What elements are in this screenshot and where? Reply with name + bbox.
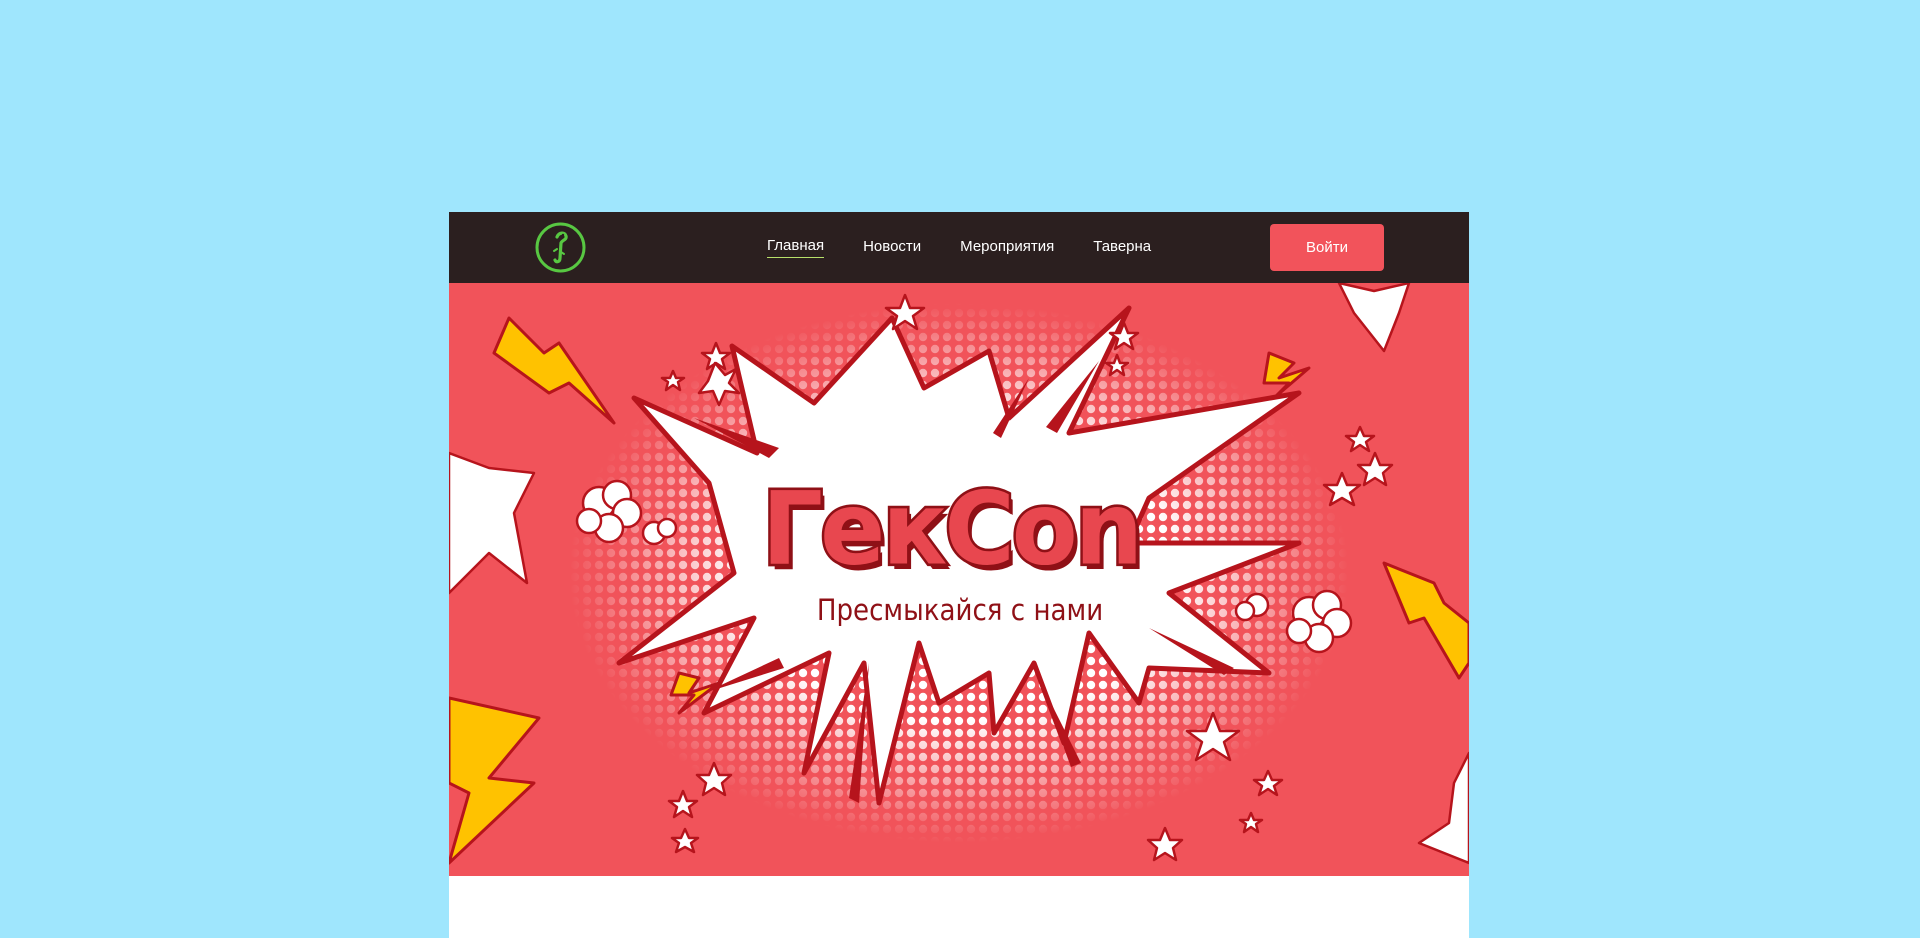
nav-link-news[interactable]: Новости (863, 238, 921, 258)
lizard-logo-icon[interactable] (535, 222, 586, 273)
navbar: Главная Новости Мероприятия Таверна Войт… (449, 212, 1469, 283)
hero-banner: ГекCon Пресмыкайся с нами (449, 283, 1469, 876)
website-frame: Главная Новости Мероприятия Таверна Войт… (449, 212, 1469, 938)
main-nav: Главная Новости Мероприятия Таверна (767, 212, 1151, 283)
login-button[interactable]: Войти (1270, 224, 1384, 271)
nav-link-home[interactable]: Главная (767, 237, 825, 258)
nav-link-events[interactable]: Мероприятия (960, 238, 1054, 258)
nav-link-tavern[interactable]: Таверна (1093, 238, 1151, 258)
hero-subtitle: Пресмыкайся с нами (816, 593, 1104, 627)
content-area (449, 876, 1469, 938)
hero-title: ГекCon (759, 468, 1145, 591)
